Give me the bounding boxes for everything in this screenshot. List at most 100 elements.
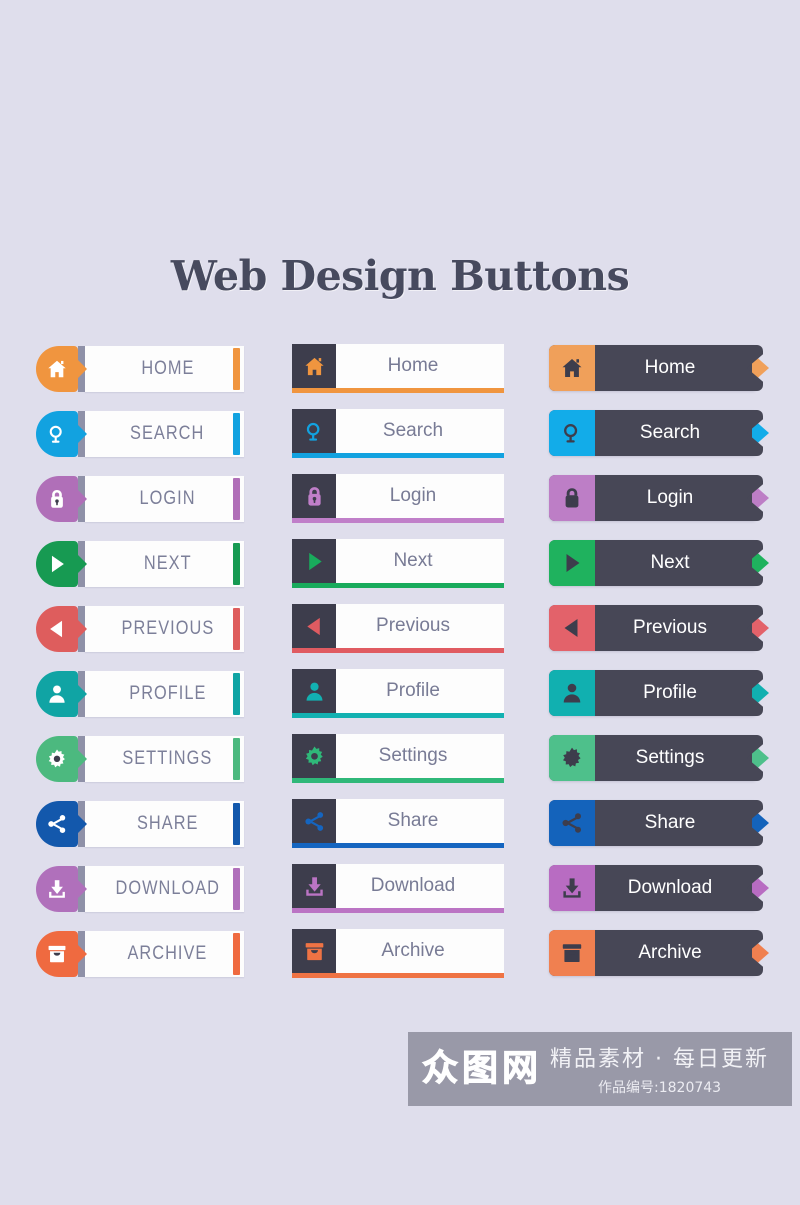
archive-icon [303,940,326,963]
icon-container [36,736,87,782]
accent-underline [292,518,504,523]
button-body[interactable]: DOWNLOAD [85,866,244,912]
icon-container [292,409,336,453]
accent-underline [292,388,504,393]
button-body[interactable]: SEARCH [85,411,244,457]
button-settings[interactable]: Settings [292,730,504,795]
button-body[interactable]: HOME [85,346,244,392]
accent-edge [233,543,240,585]
button-column-tile: Home Search Login Next Previous Profile Settin… [292,340,504,990]
icon-container [549,410,595,456]
share-icon [303,810,326,833]
button-body[interactable]: PREVIOUS [85,606,244,652]
icon-container [549,605,595,651]
button-label: Settings [378,745,448,766]
button-label: Download [370,875,456,896]
user-icon [560,681,584,705]
button-body[interactable]: PROFILE [85,671,244,717]
page-title: Web Design Buttons [170,252,630,300]
accent-underline [292,453,504,458]
icon-container [549,800,595,846]
accent-edge [233,868,240,910]
button-search[interactable]: Search [292,405,504,470]
icon-container [292,864,336,908]
accent-underline [292,648,504,653]
button-next[interactable]: NEXT [36,535,244,600]
button-column-dark: Home Search Login Next Previous Profile Settin… [549,340,769,990]
button-home[interactable]: HOME [36,340,244,405]
button-label: Previous [633,617,707,638]
button-download[interactable]: DOWNLOAD [36,860,244,925]
button-column-light: HOME SEARCH LOGIN NEXT PREVIOUS PROFILE SETTIN… [36,340,244,990]
button-profile[interactable]: PROFILE [36,665,244,730]
button-profile[interactable]: Profile [292,665,504,730]
icon-container [292,539,336,583]
icon-container [36,866,87,912]
button-label: Share [387,810,439,831]
button-home[interactable]: Home [549,340,769,405]
watermark-logo-char-0: 众 [421,1048,459,1089]
button-label: Share [644,812,696,833]
button-share[interactable]: Share [549,795,769,860]
button-archive[interactable]: Archive [549,925,769,990]
button-label: Profile [386,680,440,701]
icon-container [36,671,87,717]
button-settings[interactable]: SETTINGS [36,730,244,795]
button-login[interactable]: Login [549,470,769,535]
button-profile[interactable]: Profile [549,665,769,730]
button-previous[interactable]: Previous [292,600,504,665]
button-login[interactable]: LOGIN [36,470,244,535]
button-archive[interactable]: ARCHIVE [36,925,244,990]
button-label: Download [627,877,713,898]
button-previous[interactable]: PREVIOUS [36,600,244,665]
button-share[interactable]: Share [292,795,504,860]
button-label: SETTINGS [122,748,213,769]
user-icon [46,683,68,705]
button-next[interactable]: Next [549,535,769,600]
gear-icon [560,746,584,770]
button-body[interactable]: SHARE [85,801,244,847]
button-share[interactable]: SHARE [36,795,244,860]
button-download[interactable]: Download [292,860,504,925]
button-settings[interactable]: Settings [549,730,769,795]
button-login[interactable]: Login [292,470,504,535]
button-search[interactable]: Search [549,405,769,470]
button-archive[interactable]: Archive [292,925,504,990]
back-icon [46,618,68,640]
download-icon [303,875,326,898]
button-home[interactable]: Home [292,340,504,405]
accent-underline [292,973,504,978]
icon-container [292,604,336,648]
accent-edge [233,803,240,845]
button-label: LOGIN [139,488,196,509]
button-label: Login [646,487,694,508]
icon-container [549,930,595,976]
button-next[interactable]: Next [292,535,504,600]
button-search[interactable]: SEARCH [36,405,244,470]
button-label: DOWNLOAD [115,878,220,899]
icon-container [292,669,336,713]
accent-edge [233,348,240,390]
button-previous[interactable]: Previous [549,600,769,665]
watermark-tagline: 精品素材 · 每日更新 [550,1047,770,1072]
accent-underline [292,843,504,848]
button-body[interactable]: ARCHIVE [85,931,244,977]
icon-container [292,799,336,843]
accent-underline [292,778,504,783]
icon-container [549,865,595,911]
button-label: PREVIOUS [121,618,214,639]
button-download[interactable]: Download [549,860,769,925]
user-icon [303,680,326,703]
lock-icon [46,488,68,510]
share-icon [46,813,68,835]
accent-edge [233,673,240,715]
button-body[interactable]: SETTINGS [85,736,244,782]
button-body[interactable]: NEXT [85,541,244,587]
home-icon [303,355,326,378]
button-label: Search [382,420,444,441]
gear-icon [303,745,326,768]
button-label: Profile [643,682,697,703]
home-icon [560,356,584,380]
button-label: Next [393,550,433,571]
button-body[interactable]: LOGIN [85,476,244,522]
